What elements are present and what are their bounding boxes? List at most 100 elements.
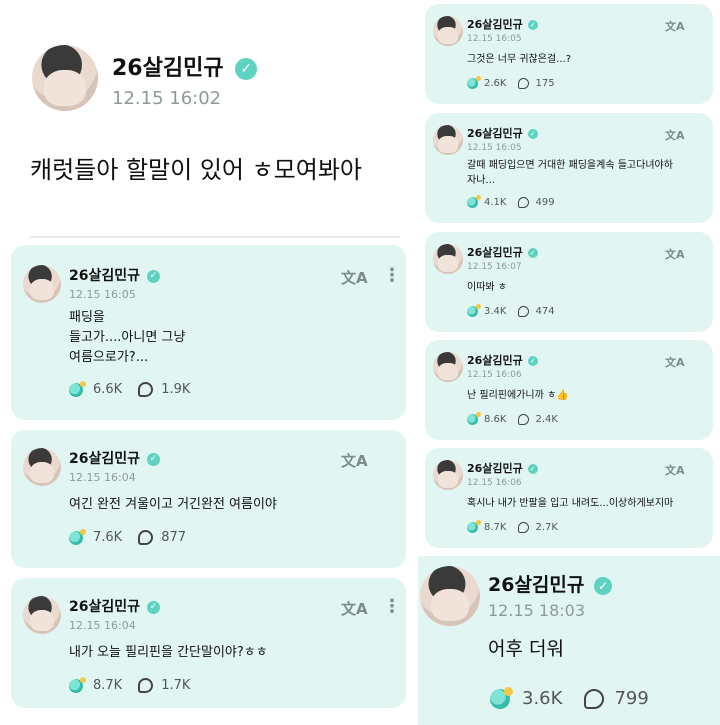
comment-bubble-icon[interactable]	[518, 197, 530, 208]
comment-count: 499	[535, 197, 555, 208]
light-stick-icon[interactable]	[69, 380, 86, 397]
username[interactable]: 26살김민규 ✓	[467, 460, 538, 476]
post-time: 12.15 16:07	[467, 262, 522, 272]
post-text: 그것은 너무 귀찮은걸...?	[467, 54, 572, 65]
light-stick-icon[interactable]	[467, 195, 481, 208]
verified-badge-icon: ✓	[527, 464, 538, 474]
more-icon[interactable]: ⋮	[383, 265, 401, 286]
bottom-post[interactable]: 26살김민규 ✓ 12.15 18:03 어후 더워 3.6K 799	[418, 556, 720, 725]
post-text: 내가 오늘 필리핀을 간단말이야?ㅎㅎ	[69, 645, 268, 660]
post-stats: 8.7K 2.7K	[467, 520, 558, 533]
post-stats: 3.6K 799	[490, 686, 649, 709]
like-count: 7.6K	[93, 530, 123, 545]
comment-bubble-icon[interactable]	[584, 688, 605, 709]
post-card[interactable]: 26살김민규 ✓ 12.15 16:05 文A ⋮ 패딩을 들고가....아니면…	[11, 245, 406, 420]
post-stats: 8.6K 2.4K	[467, 412, 558, 425]
light-stick-icon[interactable]	[467, 76, 481, 89]
comment-count: 877	[161, 530, 187, 545]
post-time: 12.15 16:06	[467, 370, 522, 380]
verified-badge-icon: ✓	[594, 576, 612, 595]
post-card[interactable]: 26살김민규 ✓ 12.15 16:05 文A 갈때 패딩입으면 거대한 패딩을…	[425, 113, 713, 223]
post-text: 혹시나 내가 반팔을 입고 내려도...이상하게보지마	[467, 498, 674, 509]
avatar[interactable]	[433, 352, 463, 382]
translate-icon[interactable]: 文A	[341, 267, 368, 288]
avatar[interactable]	[32, 45, 98, 111]
post-card[interactable]: 26살김민규 ✓ 12.15 16:06 文A 혹시나 내가 반팔을 입고 내려…	[425, 448, 713, 548]
post-card[interactable]: 26살김민규 ✓ 12.15 16:04 文A 여긴 완전 겨울이고 거긴완전 …	[11, 430, 406, 568]
post-time: 12.15 16:04	[69, 471, 136, 484]
translate-icon[interactable]: 文A	[665, 354, 685, 370]
comment-bubble-icon[interactable]	[518, 78, 530, 89]
username[interactable]: 26살김민규 ✓	[467, 244, 538, 260]
avatar[interactable]	[23, 448, 61, 486]
light-stick-icon[interactable]	[69, 528, 86, 545]
avatar[interactable]	[23, 596, 61, 634]
comment-bubble-icon[interactable]	[518, 306, 530, 317]
post-card[interactable]: 26살김민규 ✓ 12.15 16:07 文A 이따봐 ㅎ 3.4K 474	[425, 232, 713, 332]
post-text: 갈때 패딩입으면 거대한 패딩을계속 들고다녀야하 자나...	[467, 160, 673, 186]
translate-icon[interactable]: 文A	[341, 598, 368, 619]
username[interactable]: 26살김민규 ✓	[467, 16, 538, 32]
post-text: 여긴 완전 겨울이고 거긴완전 여름이야	[69, 497, 277, 512]
post-text: 난 필리핀에가니까 ㅎ👍	[467, 390, 569, 401]
like-count: 8.7K	[484, 522, 507, 533]
post-text: 패딩을 들고가....아니면 그냥 여름으로가?...	[69, 310, 186, 365]
light-stick-icon[interactable]	[490, 686, 513, 709]
username[interactable]: 26살김민규 ✓	[467, 125, 538, 141]
comment-count: 1.7K	[161, 678, 191, 693]
comment-count: 474	[535, 306, 555, 317]
like-count: 2.6K	[484, 78, 507, 89]
post-time: 12.15 16:06	[467, 478, 522, 488]
avatar[interactable]	[420, 566, 480, 626]
translate-icon[interactable]: 文A	[665, 18, 685, 34]
divider	[30, 236, 400, 238]
username[interactable]: 26살김민규 ✓	[488, 570, 612, 597]
light-stick-icon[interactable]	[467, 304, 481, 317]
top-post: 26살김민규 ✓ 12.15 16:02 캐럿들아 할말이 있어 ㅎ모여봐아	[0, 0, 410, 240]
post-time: 12.15 16:02	[112, 88, 222, 109]
post-stats: 7.6K 877	[69, 528, 187, 545]
comment-bubble-icon[interactable]	[518, 414, 530, 425]
comment-bubble-icon[interactable]	[518, 522, 530, 533]
translate-icon[interactable]: 文A	[665, 127, 685, 143]
light-stick-icon[interactable]	[467, 412, 481, 425]
more-icon[interactable]: ⋮	[383, 596, 401, 617]
translate-icon[interactable]: 文A	[341, 450, 368, 471]
verified-badge-icon: ✓	[527, 356, 538, 366]
comment-bubble-icon[interactable]	[138, 382, 154, 397]
like-count: 4.1K	[484, 197, 507, 208]
post-card[interactable]: 26살김민규 ✓ 12.15 16:04 文A ⋮ 내가 오늘 필리핀을 간단말…	[11, 578, 406, 708]
comment-count: 175	[535, 78, 555, 89]
comment-bubble-icon[interactable]	[138, 678, 154, 693]
avatar[interactable]	[23, 265, 61, 303]
light-stick-icon[interactable]	[69, 676, 86, 693]
post-stats: 8.7K 1.7K	[69, 676, 191, 693]
username[interactable]: 26살김민규 ✓	[467, 352, 538, 368]
avatar[interactable]	[433, 244, 463, 274]
comment-count: 2.7K	[535, 522, 558, 533]
translate-icon[interactable]: 文A	[665, 462, 685, 478]
verified-badge-icon: ✓	[146, 452, 160, 466]
avatar[interactable]	[433, 16, 463, 46]
username[interactable]: 26살김민규 ✓	[69, 448, 160, 468]
username[interactable]: 26살김민규 ✓	[69, 596, 160, 616]
avatar[interactable]	[433, 125, 463, 155]
post-card[interactable]: 26살김민규 ✓ 12.15 16:06 文A 난 필리핀에가니까 ㅎ👍 8.6…	[425, 340, 713, 440]
comment-count: 799	[614, 688, 649, 709]
light-stick-icon[interactable]	[467, 520, 481, 533]
like-count: 6.6K	[93, 382, 123, 397]
comment-bubble-icon[interactable]	[138, 530, 154, 545]
verified-badge-icon: ✓	[235, 58, 258, 80]
post-time: 12.15 16:05	[69, 288, 136, 301]
verified-badge-icon: ✓	[146, 269, 160, 283]
post-time: 12.15 16:05	[467, 143, 522, 153]
post-stats: 6.6K 1.9K	[69, 380, 190, 397]
username[interactable]: 26살김민규 ✓	[112, 50, 258, 82]
translate-icon[interactable]: 文A	[665, 246, 685, 262]
username[interactable]: 26살김민규 ✓	[69, 265, 160, 285]
verified-badge-icon: ✓	[527, 129, 538, 139]
post-text: 캐럿들아 할말이 있어 ㅎ모여봐아	[30, 156, 363, 184]
post-time: 12.15 16:04	[69, 619, 136, 632]
post-card[interactable]: 26살김민규 ✓ 12.15 16:05 文A 그것은 너무 귀찮은걸...? …	[425, 4, 713, 104]
avatar[interactable]	[433, 460, 463, 490]
